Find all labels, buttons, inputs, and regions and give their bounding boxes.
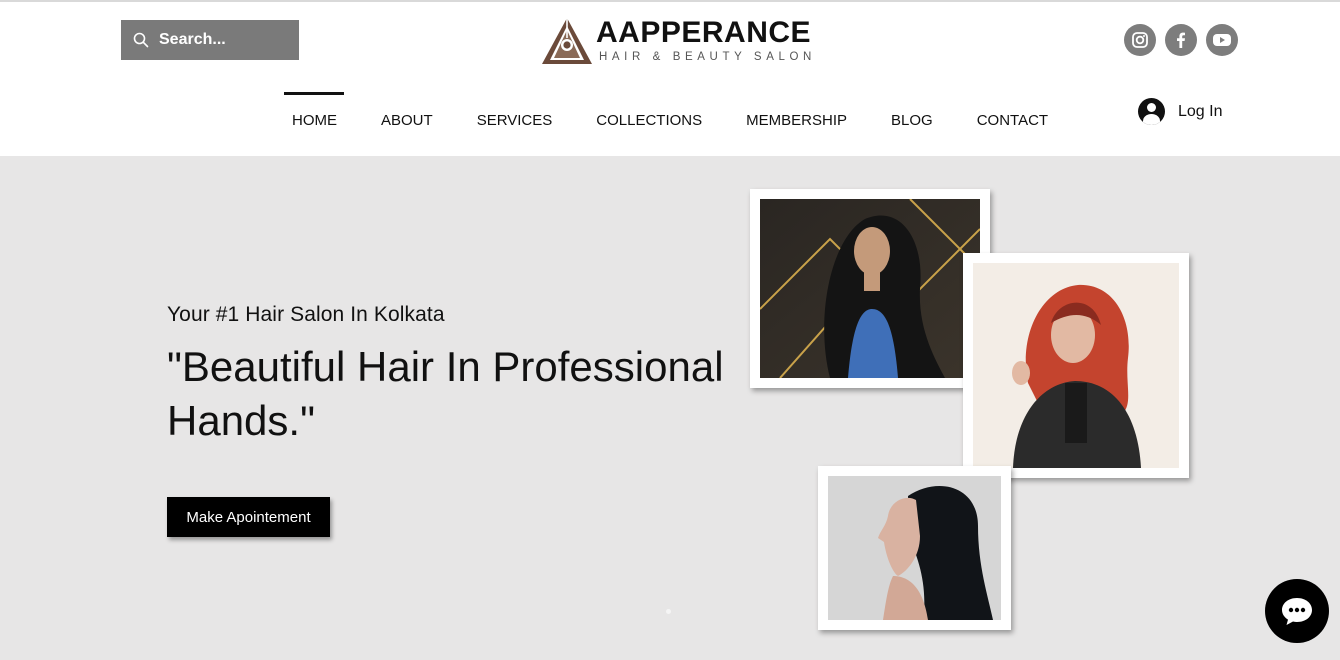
site-logo[interactable]: AAPPERANCE HAIR & BEAUTY SALON	[540, 16, 830, 68]
logo-mark-icon	[542, 18, 592, 64]
login-label: Log In	[1178, 102, 1223, 120]
nav-item-contact[interactable]: CONTACT	[955, 92, 1070, 132]
photo-image	[973, 263, 1179, 468]
social-links	[1124, 24, 1238, 56]
facebook-icon[interactable]	[1165, 24, 1197, 56]
gallery-photo-red-hair	[963, 253, 1189, 478]
photo-image	[760, 199, 980, 378]
user-avatar-icon	[1138, 98, 1165, 125]
logo-tagline: HAIR & BEAUTY SALON	[599, 51, 816, 63]
hero-section: Your #1 Hair Salon In Kolkata "Beautiful…	[0, 156, 1340, 660]
nav-item-membership[interactable]: MEMBERSHIP	[724, 92, 869, 132]
chat-bubble-icon	[1282, 598, 1312, 625]
logo-brand-name: AAPPERANCE	[596, 16, 812, 49]
nav-item-about[interactable]: ABOUT	[359, 92, 455, 132]
search-box[interactable]	[121, 20, 299, 60]
make-appointment-button[interactable]: Make Apointement	[167, 497, 330, 537]
gallery-photo-long-black-hair	[750, 189, 990, 388]
main-nav: HOME ABOUT SERVICES COLLECTIONS MEMBERSH…	[270, 92, 1070, 132]
instagram-icon[interactable]	[1124, 24, 1156, 56]
nav-item-blog[interactable]: BLOG	[869, 92, 955, 132]
nav-item-services[interactable]: SERVICES	[455, 92, 575, 132]
gallery-photo-straight-hair	[818, 466, 1011, 630]
slide-indicator-dot[interactable]	[666, 609, 671, 614]
chat-button[interactable]	[1265, 579, 1329, 643]
hero-headline: "Beautiful Hair In Professional Hands."	[167, 343, 724, 444]
nav-item-collections[interactable]: COLLECTIONS	[574, 92, 724, 132]
site-header: AAPPERANCE HAIR & BEAUTY SALON HOME ABOU…	[0, 2, 1340, 156]
search-icon	[133, 32, 149, 48]
hero-kicker: Your #1 Hair Salon In Kolkata	[167, 303, 445, 326]
login-button[interactable]: Log In	[1138, 98, 1222, 125]
nav-item-home[interactable]: HOME	[270, 92, 359, 132]
youtube-icon[interactable]	[1206, 24, 1238, 56]
search-input[interactable]	[159, 31, 289, 49]
photo-image	[828, 476, 1001, 620]
